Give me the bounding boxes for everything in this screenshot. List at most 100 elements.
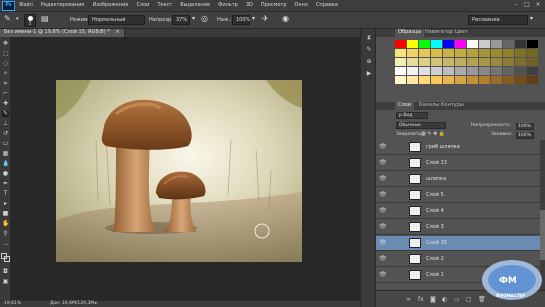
history-icon[interactable]: ⧗ [365,35,373,42]
color-swatch[interactable] [407,40,418,48]
brush-tool-icon[interactable]: ✎ [4,15,14,25]
color-swatch[interactable] [395,76,406,84]
flow-field[interactable]: 100% [232,15,250,25]
chevron-right-icon[interactable]: ▸ [95,301,97,307]
color-swatch[interactable] [479,76,490,84]
zoom-tool-icon[interactable]: ⚲ [2,231,9,237]
screen-mode-icon[interactable]: ▣ [2,279,9,285]
color-swatch[interactable] [455,67,466,75]
color-swatch[interactable] [407,67,418,75]
visibility-eye-icon[interactable]: 👁 [379,160,387,167]
chevron-down-icon[interactable]: ▾ [16,17,21,22]
opacity-field[interactable]: 37% [172,15,190,25]
gradient-tool-icon[interactable]: ▦ [2,151,9,157]
color-swatch[interactable] [431,58,442,66]
menu-file[interactable]: Файл [19,3,33,8]
layer-style-icon[interactable]: fx [418,297,424,303]
color-swatch[interactable] [443,58,454,66]
tab-paths[interactable]: Контуры [438,102,467,110]
color-swatch[interactable] [419,49,430,57]
color-swatch[interactable] [407,58,418,66]
background-color-swatch[interactable] [4,256,10,262]
close-icon[interactable]: × [534,2,542,9]
color-swatch[interactable] [491,67,502,75]
color-swatch[interactable] [479,40,490,48]
color-swatch[interactable] [503,40,514,48]
workspace-select[interactable]: Рисование [468,15,528,25]
chevron-down-icon[interactable]: ▾ [252,16,257,22]
color-swatch[interactable] [515,76,526,84]
color-swatch[interactable] [419,76,430,84]
new-group-icon[interactable]: ▭ [454,297,460,303]
color-swatch[interactable] [455,76,466,84]
color-swatch[interactable] [419,58,430,66]
layer-row[interactable]: 👁 Слой 15 [376,236,545,251]
brush-panel-icon[interactable]: ▤ [41,15,51,25]
color-swatch[interactable] [395,49,406,57]
color-swatch[interactable] [395,40,406,48]
color-swatch[interactable] [491,76,502,84]
minimize-icon[interactable]: – [512,2,520,9]
actions-icon[interactable]: ▶ [365,71,373,78]
menu-text[interactable]: Текст [157,3,172,8]
chevron-down-icon[interactable]: ▾ [192,16,197,22]
color-swatch[interactable] [503,67,514,75]
menu-3d[interactable]: 3D [246,3,253,8]
color-swatch[interactable] [527,58,538,66]
fill-field[interactable]: 100% [516,132,534,139]
color-swatch[interactable] [515,40,526,48]
lock-icons[interactable]: ▦ ✎ ✥ 🔒 [421,132,445,137]
layer-row[interactable]: 👁 Слой 4 [376,204,545,219]
marquee-tool-icon[interactable]: ⬚ [2,51,9,57]
color-swatch[interactable] [407,49,418,57]
new-layer-icon[interactable]: ▢ [466,297,472,303]
healing-tool-icon[interactable]: ✚ [2,101,9,107]
color-swatch[interactable] [467,40,478,48]
color-swatch[interactable] [407,76,418,84]
pressure-size-icon[interactable]: ◉ [282,15,292,25]
tab-color[interactable]: Цвет [452,29,471,37]
layer-filter-select[interactable]: р Вид [396,112,428,119]
chevron-down-icon[interactable]: ▾ [530,16,535,22]
blur-tool-icon[interactable]: 💧 [2,161,9,167]
menu-view[interactable]: Просмотр [261,3,287,8]
color-swatch[interactable] [467,58,478,66]
color-swatch[interactable] [455,58,466,66]
color-swatch[interactable] [431,40,442,48]
dodge-tool-icon[interactable]: ● [2,171,9,177]
quick-select-tool-icon[interactable]: ✧ [2,71,9,77]
color-swatch[interactable] [479,49,490,57]
color-swatch[interactable] [479,58,490,66]
color-swatch[interactable] [503,76,514,84]
menu-window[interactable]: Окно [295,3,308,8]
color-swatch[interactable] [515,49,526,57]
layer-opacity-field[interactable]: 100% [516,123,534,130]
visibility-eye-icon[interactable]: 👁 [379,240,387,247]
zoom-level[interactable]: 19,61% [4,301,21,307]
tab-layers[interactable]: Слои [395,102,414,110]
color-swatch[interactable] [467,67,478,75]
color-swatch[interactable] [467,49,478,57]
brush-presets-icon[interactable]: ✎ [365,47,373,54]
visibility-eye-icon[interactable]: 👁 [379,192,387,199]
menu-edit[interactable]: Редактирование [41,3,85,8]
eraser-tool-icon[interactable]: ▭ [2,141,9,147]
visibility-eye-icon[interactable]: 👁 [379,208,387,215]
menu-help[interactable]: Справка [316,3,338,8]
color-swatch[interactable] [527,40,538,48]
menu-layers[interactable]: Слои [136,3,149,8]
document-tab[interactable]: Без имени-1 @ 19,6% (Слой 15, RGB/8) * × [0,29,125,37]
menu-filter[interactable]: Фильтр [218,3,238,8]
link-layers-icon[interactable]: ∞ [406,297,411,303]
add-mask-icon[interactable]: ◙ [430,297,436,303]
stamp-tool-icon[interactable]: ⊥ [2,121,9,127]
color-swatch[interactable] [419,67,430,75]
layer-row[interactable]: 👁 Слой 13 [376,156,545,171]
color-swatch[interactable] [443,76,454,84]
layer-row[interactable]: 👁 Слой 5 [376,188,545,203]
color-swatch[interactable] [527,67,538,75]
pressure-opacity-icon[interactable]: ◎ [201,15,211,25]
color-swatch[interactable] [443,67,454,75]
color-swatch[interactable] [491,40,502,48]
quick-mask-icon[interactable]: ◘ [2,269,9,275]
